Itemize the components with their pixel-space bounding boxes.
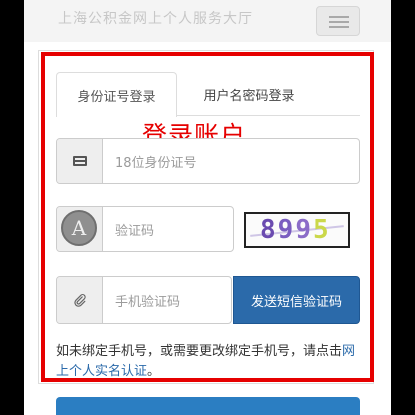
sms-group: 手机验证码	[56, 276, 232, 324]
menu-icon	[329, 21, 349, 23]
captcha-text: 8995	[260, 215, 331, 245]
help-note: 如未绑定手机号，或需要更改绑定手机号，请点击网上个人实名认证。	[56, 342, 360, 382]
sms-addon	[57, 277, 103, 323]
menu-icon	[329, 26, 349, 28]
id-addon	[57, 139, 103, 183]
login-submit-button[interactable]	[56, 397, 360, 415]
menu-button[interactable]	[316, 6, 360, 36]
note-end: 。	[147, 364, 161, 379]
tab-username-login[interactable]: 用户名密码登录	[184, 72, 314, 116]
paperclip-icon	[73, 294, 86, 307]
header: 上海公积金网上个人服务大厅	[24, 0, 391, 42]
captcha-digit: 9	[295, 215, 313, 245]
captcha-digit: 5	[312, 215, 331, 245]
left-border	[0, 0, 24, 415]
tab-id-login[interactable]: 身份证号登录	[56, 72, 177, 117]
captcha-image[interactable]: 8995	[244, 212, 350, 248]
captcha-avatar-icon: A	[61, 210, 97, 246]
note-text: 如未绑定手机号，或需要更改绑定手机号，请点击	[56, 344, 343, 359]
sms-code-input[interactable]: 手机验证码	[115, 277, 180, 323]
id-number-input[interactable]: 18位身份证号	[115, 139, 197, 183]
id-number-group: 18位身份证号	[56, 138, 360, 184]
id-card-icon	[72, 156, 87, 166]
captcha-digit: 8	[260, 215, 278, 245]
captcha-digit: 9	[277, 215, 296, 245]
captcha-input[interactable]: 验证码	[115, 207, 154, 251]
menu-icon	[329, 16, 349, 18]
login-tabs: 身份证号登录 用户名密码登录	[56, 72, 360, 117]
send-sms-button[interactable]: 发送短信验证码	[233, 276, 360, 324]
header-title: 上海公积金网上个人服务大厅	[58, 11, 253, 27]
right-border	[391, 0, 415, 415]
